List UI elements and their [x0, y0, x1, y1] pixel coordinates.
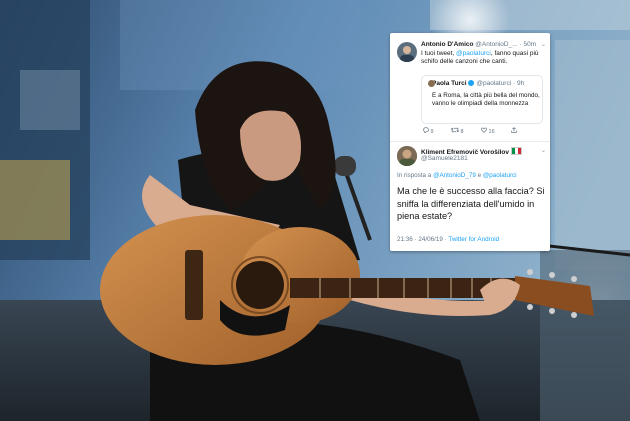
- original-time[interactable]: 50m: [523, 41, 536, 48]
- reply-context: In risposta a @AntonioD_79 e @paolaturci: [397, 172, 517, 179]
- original-tweet-text: I tuoi tweet, @paolaturci, fanno quasi p…: [421, 50, 539, 66]
- antonio-avatar[interactable]: [397, 42, 417, 62]
- reply-mention-2[interactable]: @paolaturci: [483, 172, 517, 179]
- tweet-divider: [390, 141, 550, 142]
- tweet-thread-card: Antonio D'Amico @AntonioD_... · 50m ⌄ I …: [390, 33, 550, 251]
- original-handle[interactable]: @AntonioD_...: [475, 41, 517, 48]
- reply-icon: [423, 127, 429, 134]
- mention-link[interactable]: @paolaturci: [456, 50, 491, 57]
- reply-tweet-text: Ma che le è successo alla faccia? Si sni…: [397, 186, 545, 222]
- quoted-handle[interactable]: @paolaturci: [476, 80, 511, 87]
- quoted-tweet[interactable]: Paola Turci @paolaturci · 9h E a Roma, l…: [421, 75, 543, 124]
- reply-timestamp[interactable]: 21:36 · 24/06/19 ·: [397, 236, 448, 243]
- retweet-count: 8: [460, 129, 464, 135]
- reply-chevron-down-icon[interactable]: ⌄: [541, 147, 546, 154]
- chevron-down-icon[interactable]: ⌄: [541, 41, 546, 48]
- tweet-actions: 9 8 16: [423, 127, 533, 135]
- like-count: 16: [488, 129, 495, 135]
- paola-avatar[interactable]: [428, 80, 435, 87]
- like-button[interactable]: 16: [481, 127, 495, 135]
- quoted-tweet-text: E a Roma, la città più bella del mondo, …: [432, 92, 540, 108]
- verified-badge-icon: [467, 80, 474, 86]
- original-tweet-header: Antonio D'Amico @AntonioD_... · 50m: [421, 41, 537, 48]
- reply-handle[interactable]: @Samuele2181: [421, 155, 468, 163]
- share-icon: [511, 127, 517, 133]
- retweet-button[interactable]: 8: [450, 127, 464, 135]
- reply-mention-1[interactable]: @AntonioD_79: [433, 172, 476, 179]
- original-display-name[interactable]: Antonio D'Amico: [421, 41, 473, 48]
- kliment-avatar[interactable]: [397, 146, 417, 166]
- quoted-tweet-header: Paola Turci @paolaturci · 9h: [432, 80, 525, 87]
- reply-meta: 21:36 · 24/06/19 · Twitter for Android: [397, 236, 499, 243]
- share-button[interactable]: [511, 127, 517, 135]
- quoted-display-name[interactable]: Paola Turci: [432, 80, 467, 87]
- quoted-time[interactable]: 9h: [517, 80, 524, 87]
- reply-button[interactable]: 9: [423, 127, 434, 135]
- reply-count: 9: [430, 129, 434, 135]
- retweet-icon: [450, 127, 460, 133]
- reply-source-link[interactable]: Twitter for Android: [448, 236, 499, 243]
- italy-flag-icon: [511, 147, 523, 155]
- heart-icon: [481, 127, 487, 133]
